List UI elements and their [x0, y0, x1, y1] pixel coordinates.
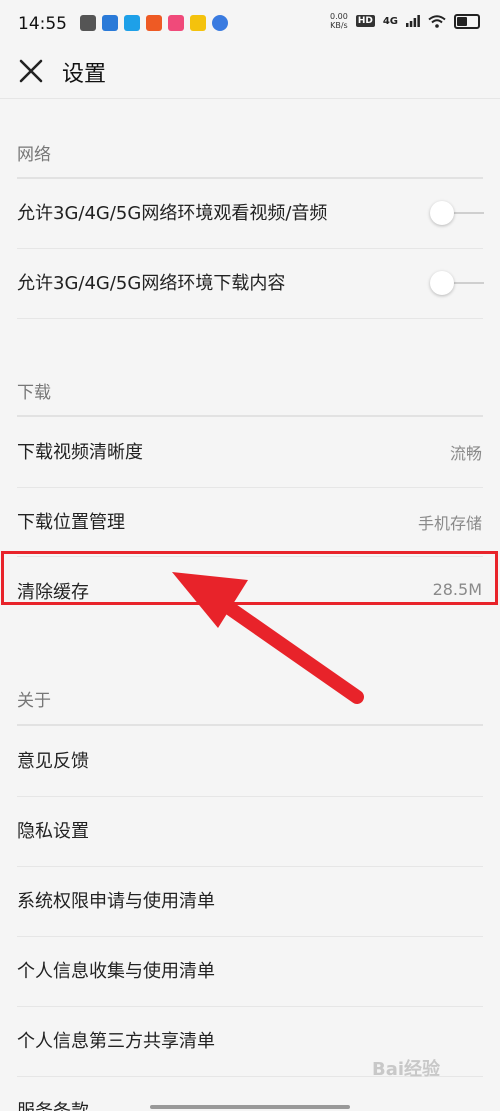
setting-row-download-location[interactable]: 下载位置管理 手机存储 [0, 488, 500, 556]
signal-icon [406, 15, 420, 27]
network-type: 4G [382, 15, 398, 27]
setting-label: 个人信息第三方共享清单 [17, 1031, 215, 1052]
setting-label: 允许3G/4G/5G网络环境下载内容 [17, 273, 286, 294]
setting-label: 隐私设置 [17, 821, 89, 842]
app-notification-icon [212, 15, 228, 31]
app-notification-icon [168, 15, 184, 31]
highlight-box [1, 551, 498, 605]
watermark: Bai经验 [372, 1059, 441, 1080]
setting-label: 允许3G/4G/5G网络环境观看视频/音频 [17, 203, 328, 224]
status-bar: 14:55 0.00 KB/s HD 4G [0, 0, 500, 46]
network-speed-unit: KB/s [330, 21, 348, 30]
app-notification-icon [102, 15, 118, 31]
setting-label: 系统权限申请与使用清单 [17, 891, 215, 912]
setting-value: 手机存储 [417, 514, 482, 533]
section-label-download: 下载 [17, 383, 51, 403]
setting-row-mobile-download: 允许3G/4G/5G网络环境下载内容 [0, 249, 500, 317]
setting-label: 下载视频清晰度 [17, 442, 143, 463]
status-indicators: 0.00 KB/s HD 4G [330, 12, 480, 30]
row-divider [17, 318, 483, 319]
section-label-network: 网络 [17, 145, 51, 165]
app-notification-icon [80, 15, 96, 31]
notification-icons [80, 15, 228, 31]
network-speed: 0.00 KB/s [330, 12, 348, 30]
network-speed-value: 0.00 [330, 12, 348, 21]
close-button[interactable] [16, 56, 46, 86]
page-title: 设置 [62, 62, 107, 87]
setting-row-download-quality[interactable]: 下载视频清晰度 流畅 [0, 418, 500, 486]
mobile-playback-toggle[interactable] [430, 201, 484, 225]
setting-row-permissions[interactable]: 系统权限申请与使用清单 [0, 867, 500, 935]
battery-icon [454, 13, 480, 29]
section-divider [17, 415, 483, 417]
app-notification-icon [124, 15, 140, 31]
setting-label: 下载位置管理 [17, 512, 125, 533]
setting-label: 意见反馈 [17, 751, 89, 772]
mobile-download-toggle[interactable] [430, 271, 484, 295]
toggle-knob [430, 271, 454, 295]
setting-row-mobile-playback: 允许3G/4G/5G网络环境观看视频/音频 [0, 179, 500, 247]
top-bar: 设置 [0, 46, 500, 99]
setting-row-privacy[interactable]: 隐私设置 [0, 797, 500, 865]
toggle-knob [430, 201, 454, 225]
setting-label: 服务条款 [17, 1097, 89, 1111]
app-notification-icon [190, 15, 206, 31]
setting-row-info-collection[interactable]: 个人信息收集与使用清单 [0, 937, 500, 1005]
wifi-icon [428, 14, 446, 28]
close-icon [19, 59, 43, 83]
app-notification-icon [146, 15, 162, 31]
setting-label: 个人信息收集与使用清单 [17, 961, 215, 982]
hd-badge: HD [355, 15, 375, 27]
home-indicator[interactable] [150, 1105, 350, 1109]
setting-value: 流畅 [449, 444, 482, 463]
setting-row-feedback[interactable]: 意见反馈 [0, 727, 500, 795]
status-time: 14:55 [18, 14, 67, 34]
section-divider [17, 724, 483, 726]
section-label-about: 关于 [17, 691, 51, 711]
